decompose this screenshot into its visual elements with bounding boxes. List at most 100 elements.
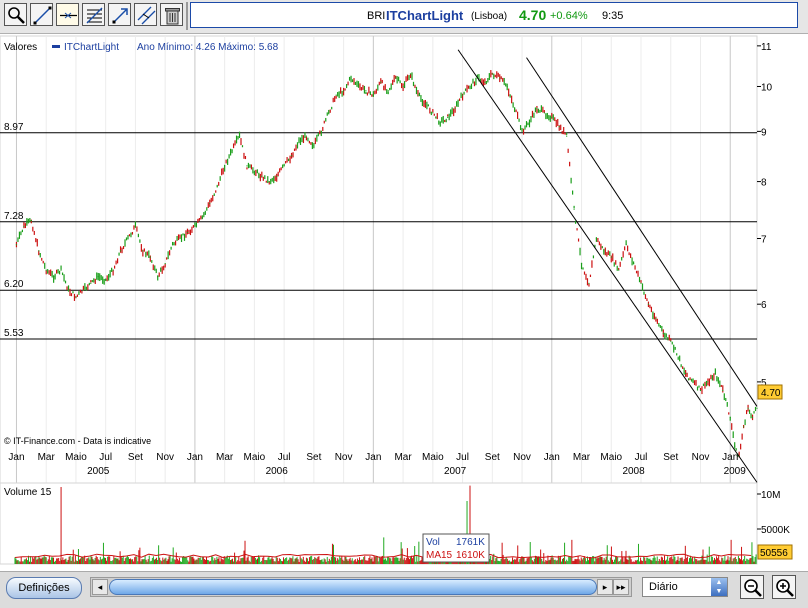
price-point — [491, 73, 493, 75]
price-point — [23, 225, 25, 228]
price-point — [209, 202, 211, 205]
x-tick-label: Mar — [573, 452, 591, 463]
price-point — [484, 81, 486, 83]
price-point — [734, 445, 736, 447]
price-plot-frame — [0, 35, 758, 484]
price-point — [45, 269, 47, 271]
volume-y-tick-label: 10M — [761, 490, 780, 501]
y-tick-label: 6 — [761, 300, 767, 311]
price-point — [343, 90, 345, 92]
price-point — [276, 175, 278, 177]
scroll-right-button[interactable]: ▸ — [597, 579, 613, 595]
price-point — [610, 256, 612, 258]
price-point — [67, 289, 70, 291]
price-point — [350, 77, 352, 79]
definicoes-button[interactable]: Definições — [6, 577, 82, 599]
support-line-label: 8.97 — [4, 122, 24, 133]
price-point — [179, 237, 181, 240]
x-tick-label: Maio — [600, 452, 622, 463]
price-point — [320, 130, 322, 132]
fibonacci-icon[interactable] — [82, 3, 105, 26]
price-point — [655, 318, 657, 320]
x-year-label: 2009 — [724, 466, 747, 477]
vol-series-value: 1761K — [456, 537, 485, 548]
support-line-label: 5.53 — [4, 328, 24, 339]
price-point — [328, 112, 330, 114]
price-point — [246, 165, 248, 167]
last-price-label: 4.70 — [761, 388, 781, 399]
legend-range-text: Ano Mínimo: 4.26 Máximo: 5.68 — [137, 42, 279, 53]
x-tick-label: Nov — [156, 452, 174, 463]
price-point — [75, 296, 77, 298]
price-point — [365, 90, 367, 92]
price-point — [439, 121, 441, 123]
price-point — [134, 225, 137, 228]
scroll-thumb[interactable] — [109, 579, 597, 595]
ticker-market: (Lisboa) — [471, 11, 508, 22]
price-point — [268, 180, 270, 183]
price-point — [194, 225, 196, 228]
price-point — [499, 77, 501, 79]
price-point — [105, 279, 107, 281]
price-point — [238, 135, 241, 137]
copyright-annotation: © IT-Finance.com - Data is indicative — [4, 436, 151, 446]
price-point — [647, 303, 650, 305]
last-volume-label: 50556 — [760, 548, 788, 559]
price-point — [149, 256, 151, 258]
x-tick-label: Maio — [65, 452, 87, 463]
zoom-out-icon[interactable] — [740, 575, 764, 599]
scroll-end-button[interactable]: ▸▸ — [613, 579, 629, 595]
price-point — [60, 269, 62, 271]
price-point — [677, 356, 679, 358]
legend-label: Valores — [4, 42, 37, 53]
x-tick-label: Jan — [365, 452, 381, 463]
parallel-channel-icon[interactable] — [134, 3, 157, 26]
price-point — [743, 426, 745, 428]
trend-arrow-icon[interactable] — [108, 3, 131, 26]
price-point — [157, 276, 159, 278]
ticker-time: 9:35 — [602, 10, 624, 22]
volume-title: Volume 15 — [4, 487, 52, 498]
support-line-label: 7.28 — [4, 211, 24, 222]
period-select[interactable]: Diário ▲ ▼ — [642, 577, 728, 597]
price-point — [521, 130, 523, 132]
y-tick-label: 7 — [761, 234, 767, 245]
price-point — [38, 250, 40, 252]
price-point — [751, 416, 754, 419]
x-year-label: 2006 — [266, 466, 289, 477]
x-year-label: 2005 — [87, 466, 110, 477]
price-point — [290, 155, 293, 157]
time-scrollbar[interactable]: ◂ ▸ ▸▸ — [90, 577, 632, 597]
price-point — [692, 381, 694, 383]
price-point — [722, 389, 724, 392]
price-point — [595, 237, 598, 240]
price-point — [15, 244, 18, 246]
y-tick-label: 11 — [761, 42, 772, 53]
price-point — [313, 145, 315, 147]
price-point — [528, 121, 531, 123]
x-tick-label: Mar — [38, 452, 56, 463]
draw-line-icon[interactable] — [30, 3, 53, 26]
price-point — [261, 175, 263, 177]
zoom-in-icon[interactable] — [772, 575, 796, 599]
period-dropdown-icon[interactable]: ▲ ▼ — [711, 578, 727, 596]
horizontal-line-icon[interactable] — [56, 3, 79, 26]
price-point — [670, 340, 672, 342]
price-point — [82, 289, 84, 291]
price-point — [454, 107, 456, 109]
price-point — [514, 107, 516, 109]
price-point — [729, 416, 731, 419]
scroll-left-button[interactable]: ◂ — [92, 579, 108, 595]
x-tick-label: Jan — [187, 452, 203, 463]
x-tick-label: Set — [306, 452, 321, 463]
price-point — [283, 165, 285, 167]
x-tick-label: Jul — [278, 452, 291, 463]
price-point — [625, 244, 627, 246]
legend-series-name: ITChartLight — [64, 42, 119, 53]
price-point — [588, 282, 590, 284]
price-point — [447, 116, 449, 119]
trash-icon[interactable] — [160, 3, 183, 26]
price-point — [298, 140, 300, 142]
price-point — [432, 112, 434, 114]
zoom-icon[interactable] — [4, 3, 27, 26]
